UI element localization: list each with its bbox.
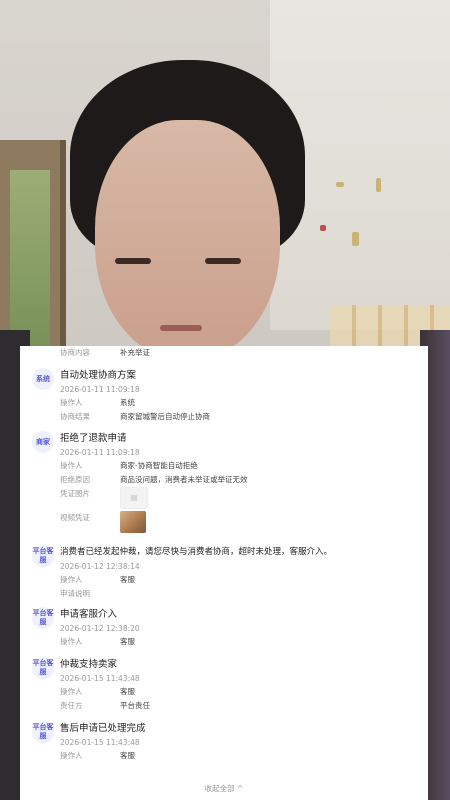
history-entry: 商家 拒绝了退款申请 2026-01-11 11:09:18 操作人 商家-协商… (20, 431, 428, 541)
entry-time: 2026-01-12 12:38:20 (60, 624, 140, 633)
row-value: 商家留城警后自动停止协商 (120, 412, 210, 421)
entry-title: 消费者已经发起仲裁，请您尽快与消费者协商，超时未处理，客服介入。 (60, 547, 333, 557)
row-label: 拒绝原因 (60, 475, 90, 484)
row-value: 客服 (120, 637, 135, 646)
info-row: 操作人 客服 (60, 573, 428, 587)
after-sales-history-panel: 协商内容 补充举证 系统 自动处理协商方案 2026-01-11 11:09:1… (20, 346, 428, 800)
row-label: 操作人 (60, 398, 83, 407)
row-label: 操作人 (60, 637, 83, 646)
wall-mark (376, 178, 381, 192)
evidence-row: 视频凭证 (60, 511, 428, 541)
entry-title: 自动处理协商方案 (60, 370, 137, 381)
row-label: 申请说明 (60, 589, 90, 598)
row-label: 操作人 (60, 687, 83, 696)
row-label: 责任方 (60, 701, 83, 710)
info-row: 申请说明 (60, 587, 428, 601)
collapse-all-button[interactable]: 收起全部 ^ (20, 778, 428, 800)
info-row: 协商内容 补充举证 (60, 346, 428, 360)
history-entry: 系统 自动处理协商方案 2026-01-11 11:09:18 操作人 系统 协… (20, 368, 428, 424)
person-eye (115, 258, 151, 264)
actor-badge: 平台客服 (32, 721, 54, 743)
info-row: 操作人 商家-协商智能自动拒绝 (60, 459, 428, 473)
actor-badge: 平台客服 (32, 657, 54, 679)
info-row: 操作人 客服 (60, 749, 428, 763)
entry-title: 仲裁支持卖家 (60, 659, 118, 670)
actor-badge: 平台客服 (32, 607, 54, 629)
person-eye (205, 258, 241, 264)
row-value: 商品没问题，消费者未举证或举证无效 (120, 475, 248, 484)
history-entry: 平台客服 消费者已经发起仲裁，请您尽快与消费者协商，超时未处理，客服介入。 20… (20, 545, 428, 601)
row-label: 操作人 (60, 575, 83, 584)
row-value: 平台责任 (120, 701, 150, 710)
actor-badge: 商家 (32, 431, 54, 453)
entry-time: 2026-01-12 12:38:14 (60, 562, 140, 571)
person-mouth (160, 325, 202, 331)
row-label: 视频凭证 (60, 513, 90, 522)
row-value: 客服 (120, 575, 135, 584)
row-label: 凭证图片 (60, 489, 90, 498)
actor-badge: 平台客服 (32, 545, 54, 567)
row-value: 客服 (120, 751, 135, 760)
history-entry: 平台客服 仲裁支持卖家 2026-01-15 11:43:48 操作人 客服 责… (20, 657, 428, 713)
evidence-row: 凭证图片 ▦ (60, 487, 428, 511)
row-value: 商家-协商智能自动拒绝 (120, 461, 198, 470)
person-face (95, 120, 280, 360)
entry-title: 拒绝了退款申请 (60, 433, 127, 444)
entry-title: 售后申请已处理完成 (60, 723, 146, 734)
info-row: 操作人 系统 (60, 396, 428, 410)
entry-time: 2026-01-11 11:09:18 (60, 448, 140, 457)
wall-mark (352, 232, 359, 246)
info-row: 操作人 客服 (60, 635, 428, 649)
evidence-image-thumbnail[interactable]: ▦ (120, 487, 148, 509)
video-thumbnail[interactable] (120, 511, 146, 533)
actor-badge: 系统 (32, 368, 54, 390)
history-entry: 平台客服 申请客服介入 2026-01-12 12:38:20 操作人 客服 (20, 607, 428, 649)
entry-time: 2026-01-15 11:43:48 (60, 674, 140, 683)
row-label: 操作人 (60, 751, 83, 760)
info-row: 操作人 客服 (60, 685, 428, 699)
row-value: 客服 (120, 687, 135, 696)
row-label: 协商结果 (60, 412, 90, 421)
row-label: 操作人 (60, 461, 83, 470)
row-label: 协商内容 (60, 348, 90, 357)
wall-mark (320, 225, 326, 231)
wall-mark (336, 182, 344, 187)
row-value: 补充举证 (120, 348, 150, 357)
history-entry: 平台客服 售后申请已处理完成 2026-01-15 11:43:48 操作人 客… (20, 721, 428, 763)
info-row: 拒绝原因 商品没问题，消费者未举证或举证无效 (60, 473, 428, 487)
row-value: 系统 (120, 398, 135, 407)
entry-time: 2026-01-15 11:43:48 (60, 738, 140, 747)
entry-title: 申请客服介入 (60, 609, 118, 620)
history-entry-partial: 协商内容 补充举证 (20, 346, 428, 360)
entry-time: 2026-01-11 11:09:18 (60, 385, 140, 394)
info-row: 责任方 平台责任 (60, 699, 428, 713)
info-row: 协商结果 商家留城警后自动停止协商 (60, 410, 428, 424)
